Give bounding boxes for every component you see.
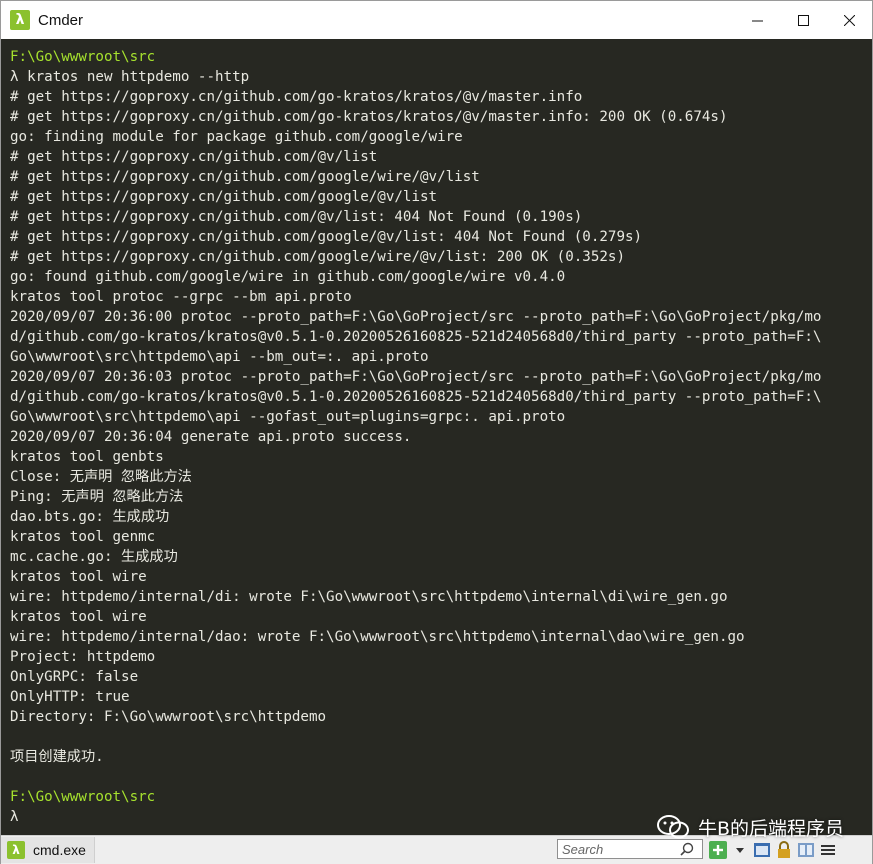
lock-icon[interactable] bbox=[775, 841, 793, 859]
watermark: 牛B的后端程序员 bbox=[656, 813, 844, 841]
terminal-line: dao.bts.go: 生成成功 bbox=[10, 509, 170, 525]
terminal-line: 2020/09/07 20:36:03 protoc --proto_path=… bbox=[10, 369, 822, 385]
search-box[interactable] bbox=[557, 839, 703, 859]
terminal-line: kratos tool wire bbox=[10, 609, 147, 625]
terminal-line: OnlyHTTP: true bbox=[10, 689, 130, 705]
terminal-line: 项目创建成功. bbox=[10, 749, 104, 765]
title-bar[interactable]: λ Cmder bbox=[1, 1, 872, 39]
terminal-line: d/github.com/go-kratos/kratos@v0.5.1-0.2… bbox=[10, 389, 822, 405]
close-button[interactable] bbox=[826, 1, 872, 39]
minimize-icon bbox=[751, 20, 763, 21]
tab-cmd[interactable]: λ cmd.exe bbox=[1, 837, 95, 863]
cmder-window: λ Cmder F:\Go\wwwroot\src λ kratos new ht… bbox=[0, 0, 873, 864]
terminal-line: Go\wwwroot\src\httpdemo\api --bm_out=:. … bbox=[10, 349, 429, 365]
watermark-text: 牛B的后端程序员 bbox=[697, 817, 844, 840]
terminal-line: # get https://goproxy.cn/github.com/goog… bbox=[10, 169, 480, 185]
terminal-line: go: finding module for package github.co… bbox=[10, 129, 463, 145]
lambda-icon[interactable]: λ bbox=[10, 10, 30, 30]
terminal-line: # get https://goproxy.cn/github.com/goog… bbox=[10, 249, 625, 265]
terminal-line: # get https://goproxy.cn/github.com/@v/l… bbox=[10, 149, 378, 165]
toolbar-icons bbox=[709, 841, 837, 859]
terminal-line: 2020/09/07 20:36:00 protoc --proto_path=… bbox=[10, 309, 822, 325]
search-icon[interactable] bbox=[680, 842, 694, 856]
terminal-line: Directory: F:\Go\wwwroot\src\httpdemo bbox=[10, 709, 327, 725]
terminal-line: # get https://goproxy.cn/github.com/@v/l… bbox=[10, 209, 583, 225]
tab-label: cmd.exe bbox=[33, 842, 86, 858]
terminal-line: Go\wwwroot\src\httpdemo\api --gofast_out… bbox=[10, 409, 566, 425]
wechat-icon bbox=[656, 815, 689, 839]
close-icon bbox=[843, 14, 855, 26]
terminal-line: go: found github.com/google/wire in gith… bbox=[10, 269, 566, 285]
terminal-line: d/github.com/go-kratos/kratos@v0.5.1-0.2… bbox=[10, 329, 822, 345]
menu-icon[interactable] bbox=[819, 841, 837, 859]
terminal-line: Close: 无声明 忽略此方法 bbox=[10, 469, 192, 485]
terminal-line: # get https://goproxy.cn/github.com/go-k… bbox=[10, 89, 583, 105]
search-input[interactable] bbox=[562, 841, 680, 857]
terminal-line: λ kratos new httpdemo --http bbox=[10, 69, 250, 85]
terminal-line: kratos tool wire bbox=[10, 569, 147, 585]
terminal-line: wire: httpdemo/internal/di: wrote F:\Go\… bbox=[10, 589, 728, 605]
terminal-line: Ping: 无声明 忽略此方法 bbox=[10, 489, 184, 505]
terminal-output[interactable]: F:\Go\wwwroot\src λ kratos new httpdemo -… bbox=[1, 39, 872, 835]
minimize-button[interactable] bbox=[734, 1, 780, 39]
window-controls bbox=[734, 1, 872, 39]
terminal-line: OnlyGRPC: false bbox=[10, 669, 139, 685]
terminal-line: # get https://goproxy.cn/github.com/goog… bbox=[10, 229, 643, 245]
terminal-line: 2020/09/07 20:36:04 generate api.proto s… bbox=[10, 429, 412, 445]
terminal-line: kratos tool genmc bbox=[10, 529, 156, 545]
terminal-line: # get https://goproxy.cn/github.com/go-k… bbox=[10, 109, 728, 125]
window-title: Cmder bbox=[38, 11, 84, 29]
prompt-path-line: F:\Go\wwwroot\src bbox=[10, 789, 156, 805]
console-icon[interactable] bbox=[753, 841, 771, 859]
maximize-button[interactable] bbox=[780, 1, 826, 39]
terminal-line: kratos tool genbts bbox=[10, 449, 164, 465]
terminal-line: Project: httpdemo bbox=[10, 649, 156, 665]
terminal-line: mc.cache.go: 生成成功 bbox=[10, 549, 178, 565]
terminal-line: # get https://goproxy.cn/github.com/goog… bbox=[10, 189, 438, 205]
panels-icon[interactable] bbox=[797, 841, 815, 859]
add-tab-icon[interactable] bbox=[709, 841, 727, 859]
dropdown-icon[interactable] bbox=[731, 841, 749, 859]
terminal-line: kratos tool protoc --grpc --bm api.proto bbox=[10, 289, 352, 305]
prompt-path-line: F:\Go\wwwroot\src bbox=[10, 49, 156, 65]
terminal-line: wire: httpdemo/internal/dao: wrote F:\Go… bbox=[10, 629, 745, 645]
maximize-icon bbox=[797, 14, 809, 26]
lambda-icon: λ bbox=[7, 841, 25, 859]
